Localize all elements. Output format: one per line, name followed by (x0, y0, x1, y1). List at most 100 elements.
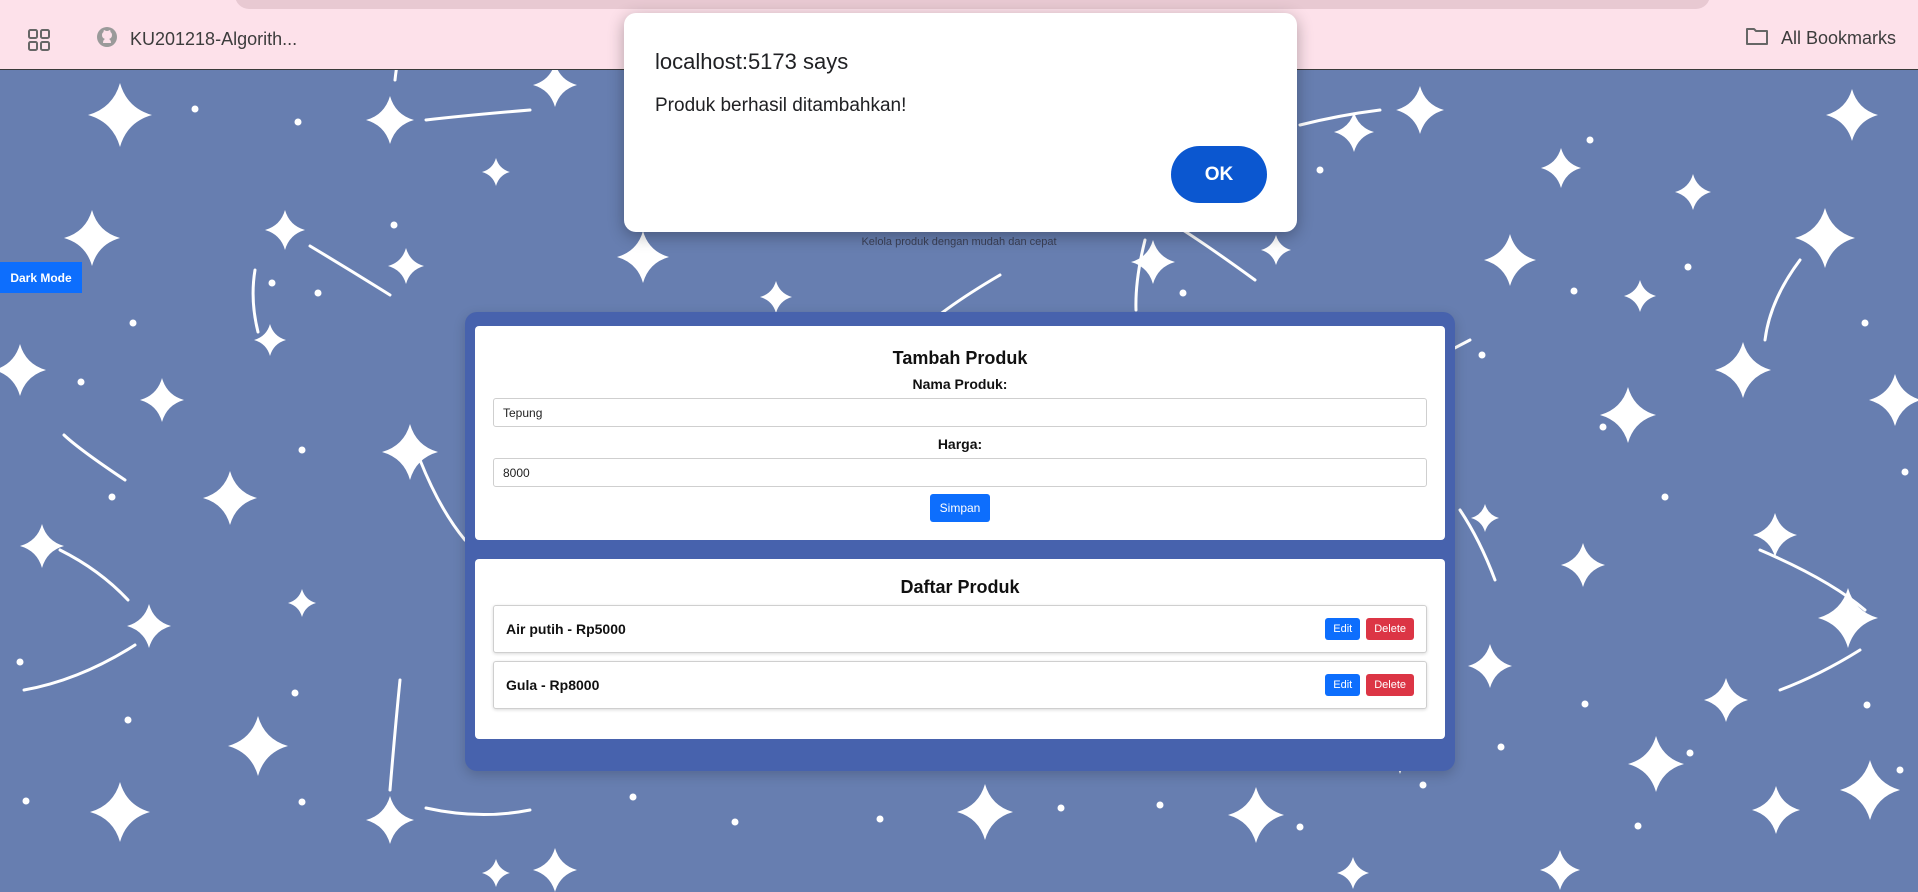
dot-shape (294, 118, 302, 126)
star-shape (1704, 678, 1748, 722)
star-shape (1540, 850, 1580, 890)
dot-shape (77, 378, 85, 386)
star-shape (1675, 174, 1711, 210)
dot-shape (1419, 781, 1427, 789)
github-icon (96, 26, 118, 53)
star-shape (1337, 857, 1369, 889)
dot-shape (1478, 351, 1486, 359)
ok-button[interactable]: OK (1171, 146, 1267, 203)
dot-shape (1156, 801, 1164, 809)
star-shape (20, 524, 64, 568)
star-shape (88, 83, 152, 147)
dot-shape (1661, 493, 1669, 501)
list-item: Air putih - Rp5000 Edit Delete (493, 605, 1427, 653)
star-shape (127, 604, 171, 648)
star-shape (1600, 387, 1656, 443)
dot-shape (1179, 289, 1187, 297)
dot-shape (268, 279, 276, 287)
streak-shape (1763, 258, 1802, 342)
dot-shape (1581, 700, 1589, 708)
list-item: Gula - Rp8000 Edit Delete (493, 661, 1427, 709)
dot-shape (1863, 701, 1871, 709)
streak-shape (393, 70, 398, 82)
star-shape (1826, 89, 1878, 141)
streak-shape (308, 244, 392, 297)
streak-shape (251, 268, 260, 334)
dot-shape (291, 689, 299, 697)
all-bookmarks-label: All Bookmarks (1780, 28, 1896, 48)
star-shape (1471, 504, 1499, 532)
price-input[interactable]: 8000 (493, 458, 1427, 487)
address-bar-edge (235, 0, 1710, 9)
dot-shape (629, 793, 637, 801)
dot-shape (1684, 263, 1692, 271)
dot-shape (1861, 319, 1869, 327)
star-shape (1334, 112, 1374, 152)
star-shape (1869, 374, 1918, 426)
dot-shape (1497, 743, 1505, 751)
streak-shape (1298, 108, 1382, 127)
dot-shape (124, 716, 132, 724)
streak-shape (1778, 648, 1862, 692)
star-shape (228, 716, 288, 776)
star-shape (1628, 736, 1684, 792)
name-label: Nama Produk: (912, 376, 1008, 392)
star-shape (482, 859, 510, 887)
dot-shape (1686, 749, 1694, 757)
star-shape (254, 324, 286, 356)
dot-shape (129, 319, 137, 327)
dot-shape (16, 658, 24, 666)
dot-shape (1570, 287, 1578, 295)
dot-shape (1634, 822, 1642, 830)
dot-shape (1896, 766, 1904, 774)
apps-grid-icon[interactable] (28, 29, 50, 56)
streak-shape (62, 433, 127, 482)
edit-button[interactable]: Edit (1325, 674, 1361, 696)
star-shape (533, 70, 577, 107)
dot-shape (22, 797, 30, 805)
edit-button[interactable]: Edit (1325, 618, 1361, 640)
dot-shape (1057, 804, 1065, 812)
dot-shape (1348, 131, 1356, 139)
star-shape (0, 344, 46, 396)
product-name-input[interactable]: Tepung (493, 398, 1427, 427)
streak-shape (58, 548, 130, 602)
star-shape (533, 848, 577, 892)
star-shape (90, 782, 150, 842)
dot-shape (876, 815, 884, 823)
star-shape (1840, 760, 1900, 820)
dot-shape (390, 221, 398, 229)
star-shape (382, 424, 438, 480)
alert-dialog: localhost:5173 says Produk berhasil dita… (624, 13, 1297, 232)
page-subtitle: Kelola produk dengan mudah dan cepat (861, 236, 1057, 248)
dot-shape (298, 798, 306, 806)
dot-shape (731, 818, 739, 826)
delete-button[interactable]: Delete (1366, 674, 1414, 696)
star-shape (1228, 787, 1284, 843)
bookmark-item-ku201218[interactable]: KU201218-Algorith... (96, 26, 297, 53)
dialog-title: localhost:5173 says (655, 49, 849, 74)
dark-mode-button[interactable]: Dark Mode (0, 262, 82, 293)
add-product-card: Tambah Produk Nama Produk: Tepung Harga:… (475, 326, 1445, 540)
star-shape (140, 378, 184, 422)
delete-button[interactable]: Delete (1366, 618, 1414, 640)
dot-shape (1316, 166, 1324, 174)
all-bookmarks-button[interactable]: All Bookmarks (1745, 26, 1896, 51)
streak-shape (424, 108, 532, 122)
dot-shape (314, 289, 322, 297)
product-list-card: Daftar Produk Air putih - Rp5000 Edit De… (475, 559, 1445, 739)
streak-shape (1134, 238, 1147, 312)
price-label: Harga: (937, 436, 983, 452)
star-shape (760, 281, 792, 313)
dot-shape (1296, 823, 1304, 831)
star-shape (288, 589, 316, 617)
star-shape (1624, 280, 1656, 312)
star-shape (1468, 644, 1512, 688)
add-product-title: Tambah Produk (892, 348, 1028, 368)
star-shape (1561, 543, 1605, 587)
save-button[interactable]: Simpan (930, 494, 990, 522)
product-item-text: Air putih - Rp5000 (506, 621, 626, 637)
streak-shape (22, 643, 137, 692)
folder-icon (1745, 26, 1769, 51)
star-shape (366, 796, 414, 844)
